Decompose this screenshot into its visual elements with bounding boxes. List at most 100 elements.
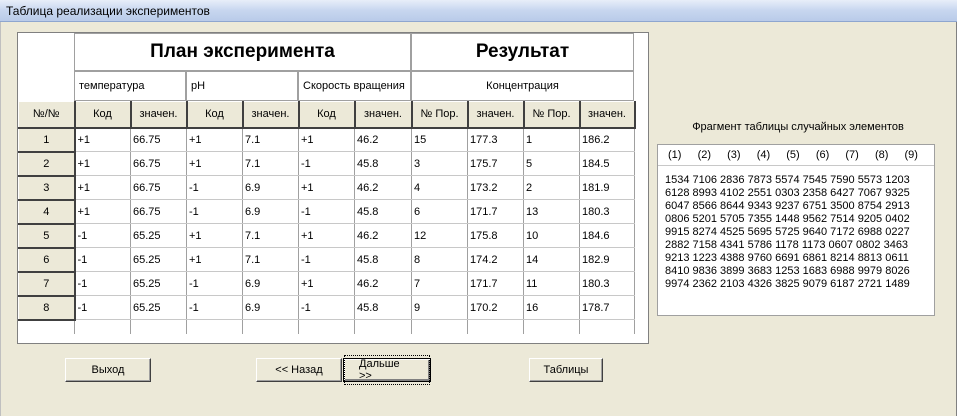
- table-cell[interactable]: 7.1: [242, 151, 299, 176]
- table-cell[interactable]: 180.3: [579, 199, 635, 224]
- table-cell[interactable]: 66.75: [130, 127, 187, 152]
- column-header[interactable]: Код: [74, 101, 132, 129]
- table-cell[interactable]: 9: [411, 295, 468, 320]
- column-header[interactable]: значен.: [579, 101, 636, 129]
- table-cell[interactable]: 175.7: [467, 151, 524, 176]
- table-cell[interactable]: 173.2: [467, 175, 524, 200]
- exit-button[interactable]: Выход: [65, 358, 151, 382]
- table-cell[interactable]: 6.9: [242, 295, 299, 320]
- table-cell[interactable]: 45.8: [354, 247, 412, 272]
- table-cell[interactable]: 6.9: [242, 175, 299, 200]
- table-cell[interactable]: 2: [523, 175, 580, 200]
- table-cell[interactable]: 6: [411, 199, 468, 224]
- table-cell[interactable]: 3: [411, 151, 468, 176]
- table-cell[interactable]: 186.2: [579, 127, 635, 152]
- table-cell[interactable]: -1: [186, 295, 243, 320]
- table-cell[interactable]: +1: [74, 199, 131, 224]
- table-cell[interactable]: 66.75: [130, 175, 187, 200]
- table-cell[interactable]: -1: [74, 223, 131, 248]
- table-cell[interactable]: 177.3: [467, 127, 524, 152]
- table-cell[interactable]: 8: [411, 247, 468, 272]
- table-cell[interactable]: +1: [186, 151, 243, 176]
- table-cell[interactable]: 16: [523, 295, 580, 320]
- table-cell[interactable]: 66.75: [130, 151, 187, 176]
- table-cell[interactable]: +1: [186, 127, 243, 152]
- table-cell[interactable]: +1: [298, 271, 355, 296]
- row-header[interactable]: 2: [18, 151, 76, 177]
- column-header[interactable]: Код: [186, 101, 244, 129]
- column-header[interactable]: № Пор.: [411, 101, 469, 129]
- table-cell[interactable]: 46.2: [354, 271, 412, 296]
- row-header[interactable]: 1: [18, 127, 76, 153]
- table-cell[interactable]: 12: [411, 223, 468, 248]
- table-cell[interactable]: -1: [186, 199, 243, 224]
- table-cell[interactable]: 65.25: [130, 295, 187, 320]
- table-cell[interactable]: 46.2: [354, 127, 412, 152]
- table-cell[interactable]: 7: [411, 271, 468, 296]
- table-cell[interactable]: 66.75: [130, 199, 187, 224]
- table-cell[interactable]: 174.2: [467, 247, 524, 272]
- table-cell[interactable]: 5: [523, 151, 580, 176]
- row-header[interactable]: 4: [18, 199, 76, 225]
- table-cell[interactable]: -1: [298, 151, 355, 176]
- table-cell[interactable]: -1: [298, 247, 355, 272]
- column-header[interactable]: № Пор.: [523, 101, 581, 129]
- table-cell[interactable]: 1: [523, 127, 580, 152]
- table-cell[interactable]: +1: [74, 127, 131, 152]
- table-cell[interactable]: 180.3: [579, 271, 635, 296]
- table-cell[interactable]: 184.6: [579, 223, 635, 248]
- table-cell[interactable]: 65.25: [130, 247, 187, 272]
- column-header[interactable]: значен.: [242, 101, 300, 129]
- column-header[interactable]: значен.: [130, 101, 188, 129]
- tables-button[interactable]: Таблицы: [529, 358, 603, 382]
- table-cell[interactable]: 46.2: [354, 223, 412, 248]
- table-cell[interactable]: +1: [74, 151, 131, 176]
- table-cell[interactable]: 4: [411, 175, 468, 200]
- back-button[interactable]: << Назад: [256, 358, 342, 382]
- table-cell[interactable]: 65.25: [130, 223, 187, 248]
- column-header[interactable]: Код: [298, 101, 356, 129]
- experiment-grid[interactable]: План эксперимента Результат температура …: [17, 32, 649, 344]
- table-cell[interactable]: -1: [186, 271, 243, 296]
- column-header[interactable]: значен.: [467, 101, 525, 129]
- row-header[interactable]: 6: [18, 247, 76, 273]
- table-cell[interactable]: 184.5: [579, 151, 635, 176]
- table-cell[interactable]: -1: [186, 175, 243, 200]
- column-header[interactable]: значен.: [354, 101, 413, 129]
- table-cell[interactable]: -1: [74, 271, 131, 296]
- table-cell[interactable]: 14: [523, 247, 580, 272]
- table-cell[interactable]: 65.25: [130, 271, 187, 296]
- row-header[interactable]: 8: [18, 295, 76, 321]
- table-cell[interactable]: 46.2: [354, 175, 412, 200]
- table-cell[interactable]: -1: [74, 295, 131, 320]
- table-cell[interactable]: 45.8: [354, 199, 412, 224]
- table-cell[interactable]: 10: [523, 223, 580, 248]
- table-cell[interactable]: 175.8: [467, 223, 524, 248]
- table-cell[interactable]: +1: [298, 127, 355, 152]
- table-cell[interactable]: 181.9: [579, 175, 635, 200]
- row-header[interactable]: 3: [18, 175, 76, 201]
- table-cell[interactable]: 45.8: [354, 151, 412, 176]
- table-cell[interactable]: +1: [186, 247, 243, 272]
- table-cell[interactable]: 171.7: [467, 271, 524, 296]
- table-cell[interactable]: -1: [298, 295, 355, 320]
- table-cell[interactable]: -1: [74, 247, 131, 272]
- table-cell[interactable]: +1: [298, 175, 355, 200]
- table-cell[interactable]: 7.1: [242, 223, 299, 248]
- table-cell[interactable]: 11: [523, 271, 580, 296]
- row-header[interactable]: 5: [18, 223, 76, 249]
- table-cell[interactable]: +1: [186, 223, 243, 248]
- table-cell[interactable]: 182.9: [579, 247, 635, 272]
- table-cell[interactable]: 7.1: [242, 127, 299, 152]
- table-cell[interactable]: 178.7: [579, 295, 635, 320]
- table-cell[interactable]: 45.8: [354, 295, 412, 320]
- row-header[interactable]: 7: [18, 271, 76, 297]
- table-cell[interactable]: 6.9: [242, 271, 299, 296]
- table-cell[interactable]: +1: [74, 175, 131, 200]
- column-header[interactable]: №/№: [18, 101, 76, 129]
- next-button[interactable]: Дальше >>: [343, 355, 431, 385]
- table-cell[interactable]: +1: [298, 223, 355, 248]
- table-cell[interactable]: 15: [411, 127, 468, 152]
- table-cell[interactable]: 7.1: [242, 247, 299, 272]
- table-cell[interactable]: 171.7: [467, 199, 524, 224]
